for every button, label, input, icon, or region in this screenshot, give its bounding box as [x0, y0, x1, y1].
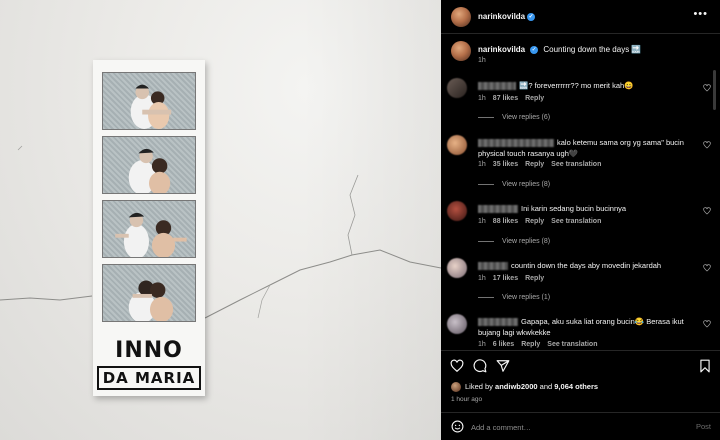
author-avatar[interactable] [451, 7, 471, 27]
heart-icon[interactable] [450, 359, 464, 373]
comments-scrollbar[interactable] [713, 70, 716, 110]
view-replies-text[interactable]: View replies (6) [502, 114, 550, 121]
commenter-username-blurred[interactable] [478, 318, 518, 327]
post-action-bar [441, 350, 720, 378]
strip-brand-line1: INNO [115, 338, 183, 363]
caption-text: Counting down the days 🔜 [543, 45, 642, 54]
booth-frame-3 [102, 200, 196, 258]
caption-username[interactable]: narinkovilda [478, 45, 525, 54]
comment-heart-icon[interactable] [703, 141, 711, 149]
post-photo[interactable]: INNO DA MARIA [0, 0, 441, 440]
liked-by-prefix: Liked by [465, 382, 493, 391]
comment-text-row: Gapapa, aku suka liat orang bucin😂 Beras… [478, 316, 698, 338]
comment-time: 1h [478, 161, 486, 168]
emoji-icon[interactable] [451, 420, 464, 433]
reply-button[interactable]: Reply [525, 95, 544, 102]
commenter-username-blurred[interactable] [478, 205, 518, 214]
comment-time: 1h [478, 341, 486, 348]
comment-likes[interactable]: 17 likes [493, 275, 518, 282]
liked-by-user[interactable]: andiwb2000 [495, 382, 538, 391]
reply-button[interactable]: Reply [525, 161, 544, 168]
caption-time: 1h [478, 57, 486, 64]
comment-heart-icon[interactable] [703, 207, 711, 215]
caption-text-row: narinkovilda ✓ Counting down the days 🔜 [478, 45, 641, 54]
view-replies-text[interactable]: View replies (8) [502, 238, 550, 245]
see-translation-link[interactable]: See translation [551, 218, 601, 225]
comment-text-row: countin down the days aby movedin jekard… [478, 260, 698, 271]
view-replies-text[interactable]: View replies (1) [502, 294, 550, 301]
comment-meta: 1h 17 likes Reply [478, 275, 551, 282]
view-replies-link[interactable]: View replies (8) [478, 181, 550, 188]
view-replies-link[interactable]: View replies (6) [478, 114, 550, 121]
comment-text: 🔜? foreverrrrrr?? mo merit kah😀 [519, 81, 634, 90]
commenter-username-blurred[interactable] [478, 139, 554, 148]
liker-avatar[interactable] [451, 382, 461, 393]
liked-by-row: Liked by andiwb2000 and 9,064 others [451, 382, 598, 393]
view-replies-text[interactable]: View replies (8) [502, 181, 550, 188]
comment-text-row: 🔜? foreverrrrrr?? mo merit kah😀 [478, 80, 698, 91]
see-translation-link[interactable]: See translation [547, 341, 597, 348]
commenter-username-blurred[interactable] [478, 82, 516, 91]
post-side-panel: narinkovilda ✓ ••• narinkovilda ✓ Counting… [441, 0, 720, 440]
more-options-icon[interactable]: ••• [693, 8, 708, 20]
wall-cracks [0, 145, 441, 319]
reply-button[interactable]: Reply [525, 218, 544, 225]
comment-heart-icon[interactable] [703, 264, 711, 272]
booth-frame-4 [102, 264, 196, 322]
comment-text: Ini karin sedang bucin bucinnya [521, 204, 627, 213]
comment-time: 1h [478, 95, 486, 102]
commenter-username-blurred[interactable] [478, 262, 508, 271]
author-username-text[interactable]: narinkovilda [478, 12, 525, 21]
commenter-avatar[interactable] [447, 135, 467, 155]
commenter-avatar[interactable] [447, 78, 467, 98]
comment-icon[interactable] [473, 359, 487, 373]
comment-likes[interactable]: 35 likes [493, 161, 518, 168]
comment-text: countin down the days aby movedin jekard… [511, 261, 662, 270]
reply-button[interactable]: Reply [521, 341, 540, 348]
post-comment-button[interactable]: Post [696, 422, 711, 431]
verified-badge-icon: ✓ [530, 45, 539, 54]
comment-meta: 1h 6 likes Reply See translation [478, 341, 604, 348]
comment-likes[interactable]: 6 likes [493, 341, 514, 348]
comment-text-row: Ini karin sedang bucin bucinnya [478, 203, 698, 214]
comment-time: 1h [478, 275, 486, 282]
liked-by-and: and [539, 382, 553, 391]
photo-booth-strip: INNO DA MARIA [93, 60, 205, 396]
comment-time: 1h [478, 218, 486, 225]
comment-text-row: kalo ketemu sama org yg sama" bucin phys… [478, 137, 698, 159]
reply-button[interactable]: Reply [525, 275, 544, 282]
strip-brand-line2: DA MARIA [97, 366, 201, 390]
see-translation-link[interactable]: See translation [551, 161, 601, 168]
comment-meta: 1h 35 likes Reply See translation [478, 161, 608, 168]
commenter-avatar[interactable] [447, 314, 467, 334]
booth-frame-1 [102, 72, 196, 130]
booth-frame-2 [102, 136, 196, 194]
add-comment-input[interactable] [471, 421, 671, 433]
comment-likes[interactable]: 87 likes [493, 95, 518, 102]
comment-meta: 1h 88 likes Reply See translation [478, 218, 608, 225]
comment-meta: 1h 87 likes Reply [478, 95, 551, 102]
post-header: narinkovilda ✓ ••• [441, 0, 720, 34]
comment-likes[interactable]: 88 likes [493, 218, 518, 225]
post-caption: narinkovilda ✓ Counting down the days 🔜 1… [441, 38, 720, 68]
share-icon[interactable] [496, 359, 510, 373]
bookmark-icon[interactable] [698, 359, 712, 373]
commenter-avatar[interactable] [447, 258, 467, 278]
view-replies-link[interactable]: View replies (1) [478, 294, 550, 301]
author-username[interactable]: narinkovilda ✓ [478, 12, 536, 21]
commenter-avatar[interactable] [447, 201, 467, 221]
comment-heart-icon[interactable] [703, 84, 711, 92]
add-comment-bar: Post [441, 412, 720, 440]
view-replies-link[interactable]: View replies (8) [478, 238, 550, 245]
verified-badge-icon: ✓ [527, 12, 536, 21]
post-timestamp[interactable]: 1 hour ago [451, 396, 482, 403]
comment-heart-icon[interactable] [703, 320, 711, 328]
liked-by-others[interactable]: 9,064 others [554, 382, 598, 391]
caption-avatar[interactable] [451, 41, 471, 61]
